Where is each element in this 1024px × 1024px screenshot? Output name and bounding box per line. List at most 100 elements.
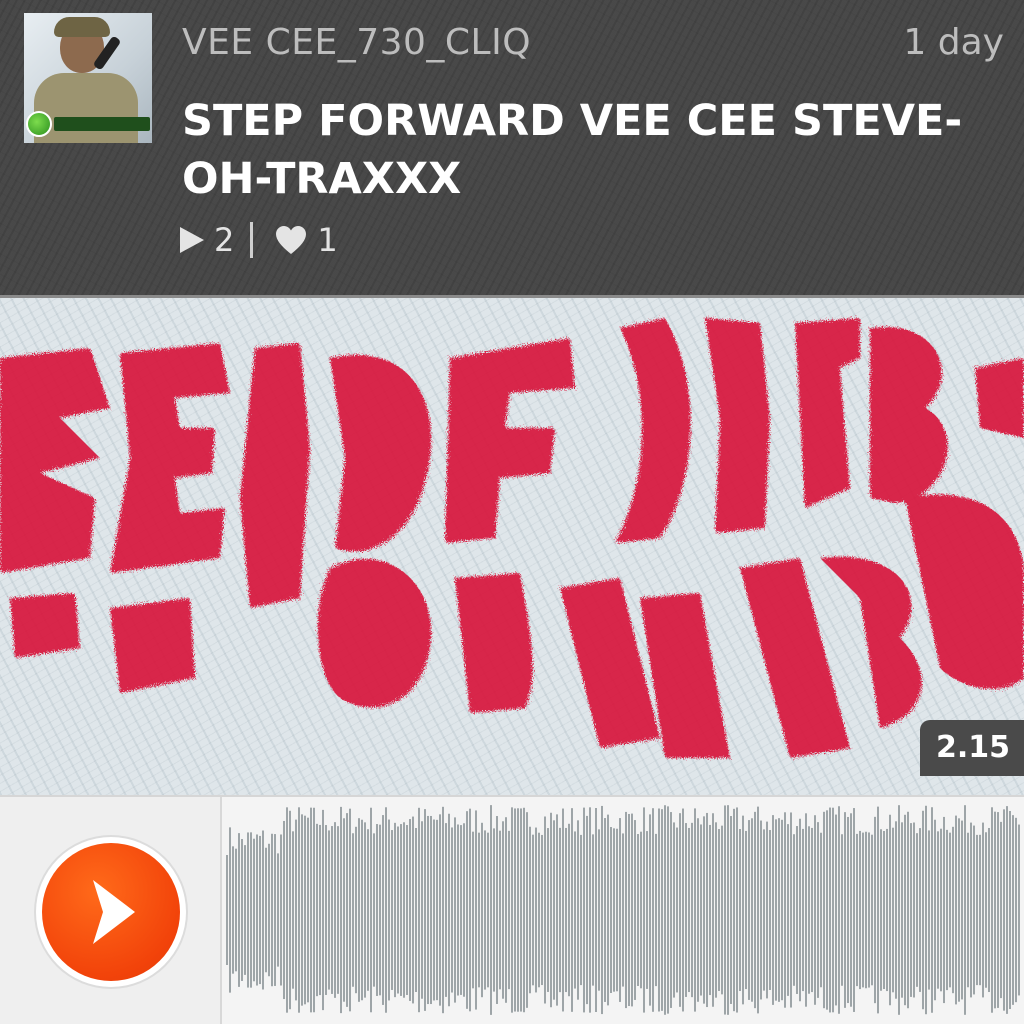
waveform-bar [721,825,723,995]
stencil-artwork-graphic [0,318,1024,758]
post-timestamp: 1 day [903,22,1004,63]
waveform-bar [1018,824,1020,996]
waveform-bar [568,823,570,997]
waveform-bar [232,846,234,974]
waveform-bar [646,831,648,989]
waveform-bar [490,805,492,1015]
waveform-bar [616,828,618,992]
waveform-bar [970,822,972,998]
waveform-bar [607,814,609,1006]
waveform-bar [949,832,951,988]
waveform-bar [631,813,633,1007]
waveform-bar [349,808,351,1012]
waveform-bar [832,807,834,1013]
waveform-bar [958,818,960,1002]
waveform-bar [736,807,738,1013]
waveform-bar [316,823,318,997]
waveform-bar [415,828,417,992]
waveform-bar [517,808,519,1012]
waveform-bar [628,813,630,1007]
waveform-bar [250,832,252,988]
waveform-bar [973,825,975,995]
stats-divider [250,222,254,258]
track-artwork[interactable] [0,298,1024,795]
waveform-bar [769,830,771,990]
waveform-bar [913,822,915,998]
waveform-bar [289,810,291,1010]
play-button[interactable] [36,837,186,987]
waveform-bar [691,822,693,998]
waveform-bar [862,832,864,988]
username-link[interactable]: VEE CEE_730_CLIQ [182,22,531,63]
waveform-scrubber[interactable] [222,797,1024,1024]
waveform-bar [541,834,543,986]
waveform-bar [643,807,645,1013]
waveform-bar [457,824,459,996]
waveform-bar [502,821,504,999]
waveform-bar [1009,810,1011,1010]
waveform-bar [394,822,396,998]
waveform-bar [313,807,315,1013]
waveform-bar [703,816,705,1004]
waveform-bar [907,811,909,1009]
waveform-bar [649,814,651,1006]
waveform-bar [304,815,306,1005]
waveform-bar [718,829,720,991]
waveform-bar [751,818,753,1002]
waveform-bar [460,825,462,995]
waveform-bar [325,825,327,995]
waveform-graphic [226,805,1020,1015]
waveform-bar [700,824,702,996]
waveform-bar [766,821,768,999]
waveform-bar [577,820,579,1000]
waveform-bar [601,805,603,1015]
waveform-bar [679,813,681,1007]
waveform-bar [292,831,294,989]
waveform-bar [829,807,831,1013]
waveform-bar [685,823,687,997]
waveform-bar [964,805,966,1015]
waveform-bar [844,812,846,1008]
waveform-bar [409,819,411,1001]
waveform-bar [385,807,387,1013]
waveform-bar [307,817,309,1003]
waveform-bar [538,832,540,988]
user-avatar[interactable] [24,13,152,143]
waveform-bar [253,838,255,982]
waveform-bar [364,822,366,998]
play-button-face [42,843,180,981]
waveform-bar [226,854,228,966]
waveform-bar [514,808,516,1012]
waveform-bar [586,815,588,1005]
waveform-bar [991,807,993,1013]
waveform-bar [919,828,921,992]
waveform-bar [817,822,819,998]
waveform-bar [739,829,741,991]
waveform-bar [418,807,420,1013]
waveform-bar [706,812,708,1008]
waveform-bar [373,833,375,987]
waveform-bar [826,810,828,1010]
waveform-bar [520,808,522,1012]
waveform-bar [439,814,441,1006]
waveform-bar [340,806,342,1014]
waveform-bar [910,823,912,997]
waveform-bar [1003,809,1005,1011]
waveform-bar [928,830,930,990]
waveform-bar [532,834,534,986]
waveform-bar [241,839,243,981]
waveform-bar [880,829,882,991]
like-count: 1 [317,221,338,259]
track-title[interactable]: STEP FORWARD VEE CEE STEVE-OH-TRAXXX [182,92,982,208]
waveform-bar [370,807,372,1013]
waveform-bar [499,830,501,990]
waveform-bar [715,822,717,998]
waveform-bar [436,819,438,1001]
waveform-bar [523,807,525,1013]
waveform-bar [652,808,654,1012]
waveform-bar [529,826,531,994]
waveform-bar [733,808,735,1012]
waveform-bar [802,828,804,992]
waveform-bar [796,826,798,994]
waveform-bar [754,811,756,1009]
